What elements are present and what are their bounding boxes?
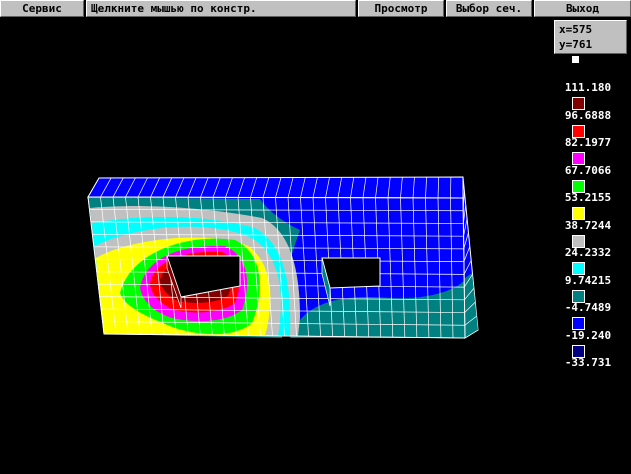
menu-service-button[interactable]: Сервис	[0, 0, 84, 17]
legend-value: 9.74215	[564, 273, 612, 287]
legend-value: -4.7489	[564, 301, 612, 314]
menu-bar: Сервис Щелкните мышью по констр. Просмот…	[0, 0, 631, 18]
status-hint: Щелкните мышью по констр.	[86, 0, 356, 17]
coord-y: y=761	[559, 38, 593, 51]
legend-value: 82.1977	[564, 136, 612, 149]
cursor-coordinates: x=575 y=761	[554, 20, 627, 54]
color-legend: 111.180 96.6888 82.1977 67.7066 53.2155 38.72…	[545, 54, 631, 474]
menu-section-button[interactable]: Выбор сеч.	[446, 0, 532, 17]
legend-swatch-top	[572, 56, 579, 63]
legend-value: 38.7244	[564, 218, 612, 232]
legend-value: 111.180	[564, 81, 612, 94]
legend-value: 53.2155	[564, 191, 612, 204]
slab-top-face	[87, 176, 464, 199]
legend-value: 96.6888	[564, 108, 612, 122]
menu-view-button[interactable]: Просмотр	[358, 0, 444, 17]
coord-x: x=575	[559, 23, 593, 36]
legend-value: -33.731	[564, 356, 612, 369]
model-viewport[interactable]	[0, 18, 545, 474]
legend-value: 24.2332	[564, 246, 612, 259]
menu-exit-button[interactable]: Выход	[534, 0, 631, 17]
legend-value: -19.240	[564, 328, 612, 342]
legend-value: 67.7066	[564, 163, 612, 177]
opening-right[interactable]	[321, 257, 381, 289]
